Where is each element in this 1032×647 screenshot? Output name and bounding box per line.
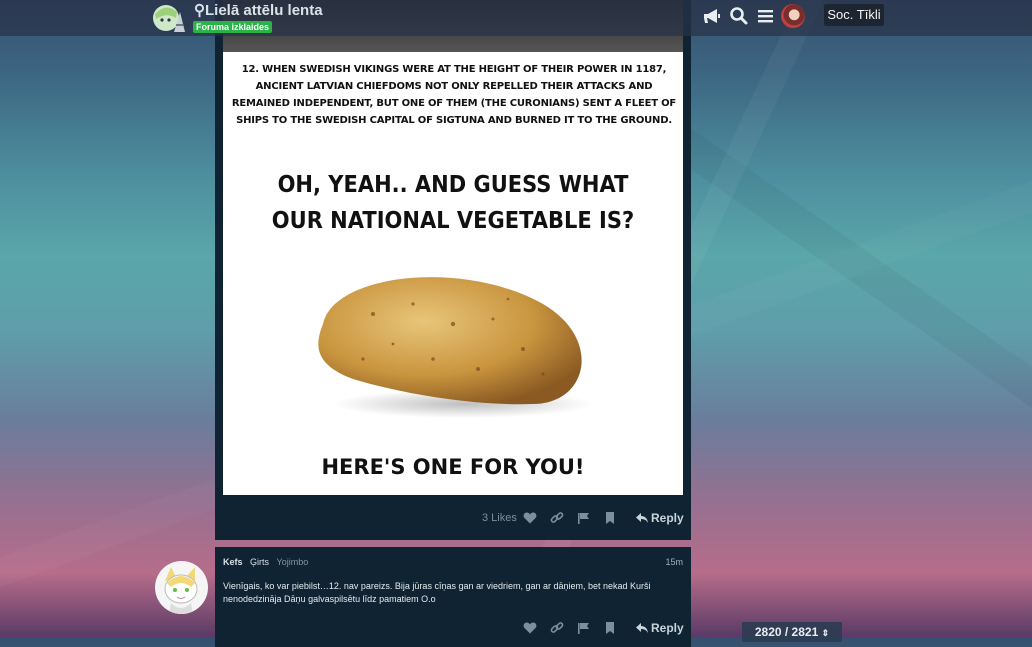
meme-question-text: OH, YEAH.. AND GUESS WHAT OUR NATIONAL V… (271, 171, 635, 234)
meme-bottom-text: HERE'S ONE FOR YOU! (321, 455, 585, 479)
social-networks-button[interactable]: Soc. Tīkli (824, 4, 884, 26)
flag-icon[interactable] (577, 621, 591, 635)
user-avatar[interactable] (781, 4, 805, 28)
post-author[interactable]: Kefs Ģirts Yojimbo (223, 557, 308, 567)
meme-image[interactable]: 12. When Swedish Vikings were at the hei… (223, 0, 683, 495)
page-title[interactable]: ⚲Lielā attēlu lenta (194, 1, 323, 19)
bookmark-icon[interactable] (603, 621, 617, 635)
reply-button[interactable]: Reply (635, 621, 684, 635)
search-icon[interactable] (729, 6, 749, 26)
post-author-avatar[interactable] (155, 561, 208, 614)
link-icon[interactable] (550, 621, 564, 635)
likes-count[interactable]: 3 Likes (482, 512, 517, 524)
category-badge[interactable]: Foruma izklaides (193, 21, 273, 33)
post-card: 12. When Swedish Vikings were at the hei… (215, 0, 691, 540)
heart-icon[interactable] (523, 511, 537, 525)
site-header: ⚲Lielā attēlu lenta Foruma izklaides Soc… (0, 0, 1032, 36)
post-card: Kefs Ģirts Yojimbo 15m Vienīgais, ko var… (215, 547, 691, 647)
forum-logo[interactable] (152, 2, 186, 35)
potato-image (318, 277, 593, 418)
post-progress-pager[interactable]: 2820 / 2821 ⇕ (742, 622, 842, 642)
reply-icon (636, 513, 648, 523)
post-body: Vienīgais, ko var piebilst…12. nav parei… (223, 581, 651, 604)
link-icon[interactable] (550, 511, 564, 525)
post-time[interactable]: 15m (665, 557, 683, 567)
heart-icon[interactable] (523, 621, 537, 635)
announce-icon[interactable] (702, 6, 722, 26)
menu-icon[interactable] (756, 6, 776, 26)
reply-button[interactable]: Reply (635, 511, 684, 525)
pin-icon: ⚲ (194, 2, 205, 19)
bookmark-icon[interactable] (603, 511, 617, 525)
meme-fact-text: 12. When Swedish Vikings were at the hei… (231, 64, 677, 126)
flag-icon[interactable] (577, 511, 591, 525)
reply-icon (636, 623, 648, 633)
